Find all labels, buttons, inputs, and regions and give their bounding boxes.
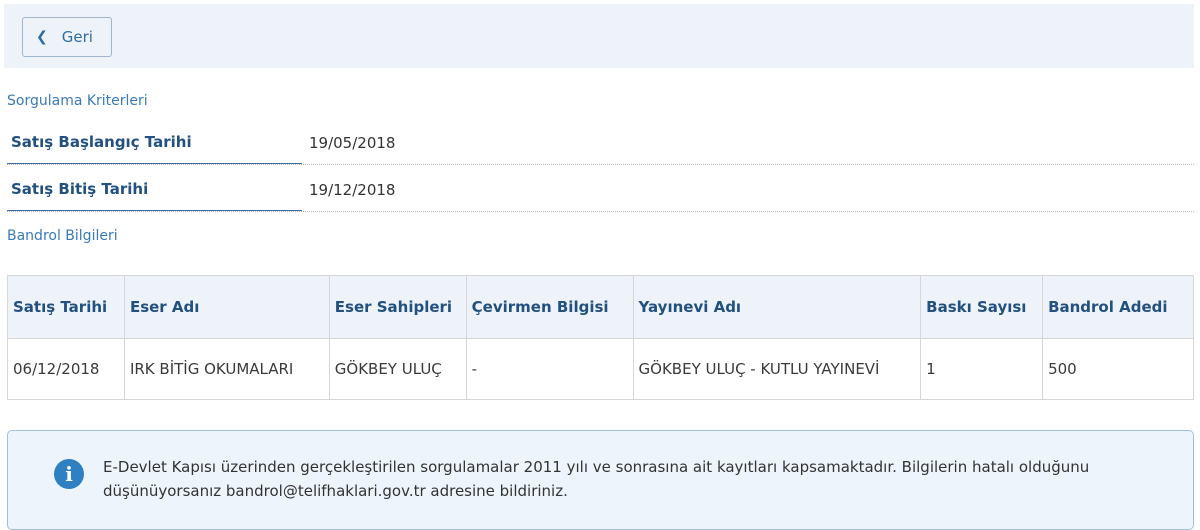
- table-header-row: Satış Tarihi Eser Adı Eser Sahipleri Çev…: [7, 275, 1194, 339]
- criteria-value: 19/12/2018: [309, 181, 396, 199]
- criteria-label-cell: Satış Bitiş Tarihi: [7, 171, 302, 211]
- criteria-section-title: Sorgulama Kriterleri: [7, 93, 148, 109]
- table-row: 06/12/2018 IRK BİTİG OKUMALARI GÖKBEY UL…: [7, 338, 1194, 400]
- bandrol-table: Satış Tarihi Eser Adı Eser Sahipleri Çev…: [7, 275, 1194, 400]
- criteria-row-end-date: Satış Bitiş Tarihi 19/12/2018: [7, 171, 1194, 212]
- back-button-label: Geri: [61, 28, 93, 46]
- criteria-label: Satış Başlangıç Tarihi: [11, 133, 192, 151]
- column-header: Bandrol Adedi: [1042, 275, 1194, 339]
- criteria-label: Satış Bitiş Tarihi: [11, 180, 149, 198]
- criteria-value: 19/05/2018: [309, 134, 396, 152]
- column-header: Satış Tarihi: [7, 275, 125, 339]
- bandrol-section-title: Bandrol Bilgileri: [7, 228, 118, 244]
- top-toolbar: ❮ Geri: [4, 4, 1194, 68]
- column-header: Baskı Sayısı: [920, 275, 1044, 339]
- info-icon: i: [54, 459, 84, 489]
- info-text: E-Devlet Kapısı üzerinden gerçekleştiril…: [103, 458, 1090, 500]
- table-cell: 06/12/2018: [7, 338, 125, 400]
- criteria-row-start-date: Satış Başlangıç Tarihi 19/05/2018: [7, 124, 1194, 165]
- chevron-left-icon: ❮: [36, 29, 48, 45]
- table-cell: GÖKBEY ULUÇ: [328, 338, 467, 400]
- criteria-label-cell: Satış Başlangıç Tarihi: [7, 124, 302, 164]
- table-cell: 500: [1042, 338, 1194, 400]
- table-cell: IRK BİTİG OKUMALARI: [123, 338, 330, 400]
- table-cell: 1: [920, 338, 1044, 400]
- column-header: Eser Adı: [123, 275, 330, 339]
- column-header: Çevirmen Bilgisi: [465, 275, 634, 339]
- column-header: Eser Sahipleri: [328, 275, 467, 339]
- table-cell: GÖKBEY ULUÇ - KUTLU YAYINEVİ: [632, 338, 922, 400]
- table-cell: -: [465, 338, 634, 400]
- back-button[interactable]: ❮ Geri: [22, 17, 112, 57]
- column-header: Yayınevi Adı: [632, 275, 922, 339]
- info-alert: i E-Devlet Kapısı üzerinden gerçekleştir…: [7, 430, 1194, 530]
